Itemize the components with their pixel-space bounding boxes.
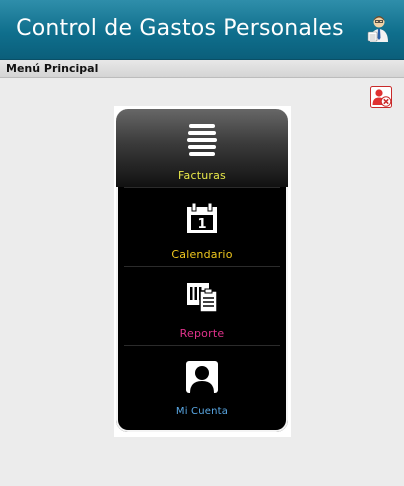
section-bar: Menú Principal <box>0 60 404 78</box>
menu-item-label: Calendario <box>171 248 233 261</box>
menu-item-label: Facturas <box>178 169 226 182</box>
menu-item-reporte[interactable]: Reporte <box>116 267 288 346</box>
menu-item-calendario[interactable]: 1 Calendario <box>116 188 288 267</box>
accountant-person-icon <box>367 16 388 42</box>
section-title: Menú Principal <box>6 62 99 75</box>
calendar-day-number: 1 <box>197 217 206 232</box>
menu-item-label: Reporte <box>179 327 225 340</box>
menu-item-mi-cuenta[interactable]: Mi Cuenta <box>116 346 288 425</box>
user-remove-icon[interactable] <box>370 86 392 108</box>
main-menu: Facturas 1 Calendario Reporte Mi Cuenta <box>114 106 291 437</box>
list-lines-icon <box>187 124 217 156</box>
menu-item-label: Mi Cuenta <box>175 406 229 417</box>
menu-item-facturas[interactable]: Facturas <box>116 109 288 188</box>
calendar-icon: 1 <box>187 202 217 233</box>
app-title: Control de Gastos Personales <box>16 16 344 41</box>
menu-panel: Facturas 1 Calendario Reporte Mi Cuenta <box>116 109 288 432</box>
report-icon <box>187 283 218 313</box>
account-avatar-icon <box>186 361 218 393</box>
title-bar: Control de Gastos Personales <box>0 0 404 60</box>
